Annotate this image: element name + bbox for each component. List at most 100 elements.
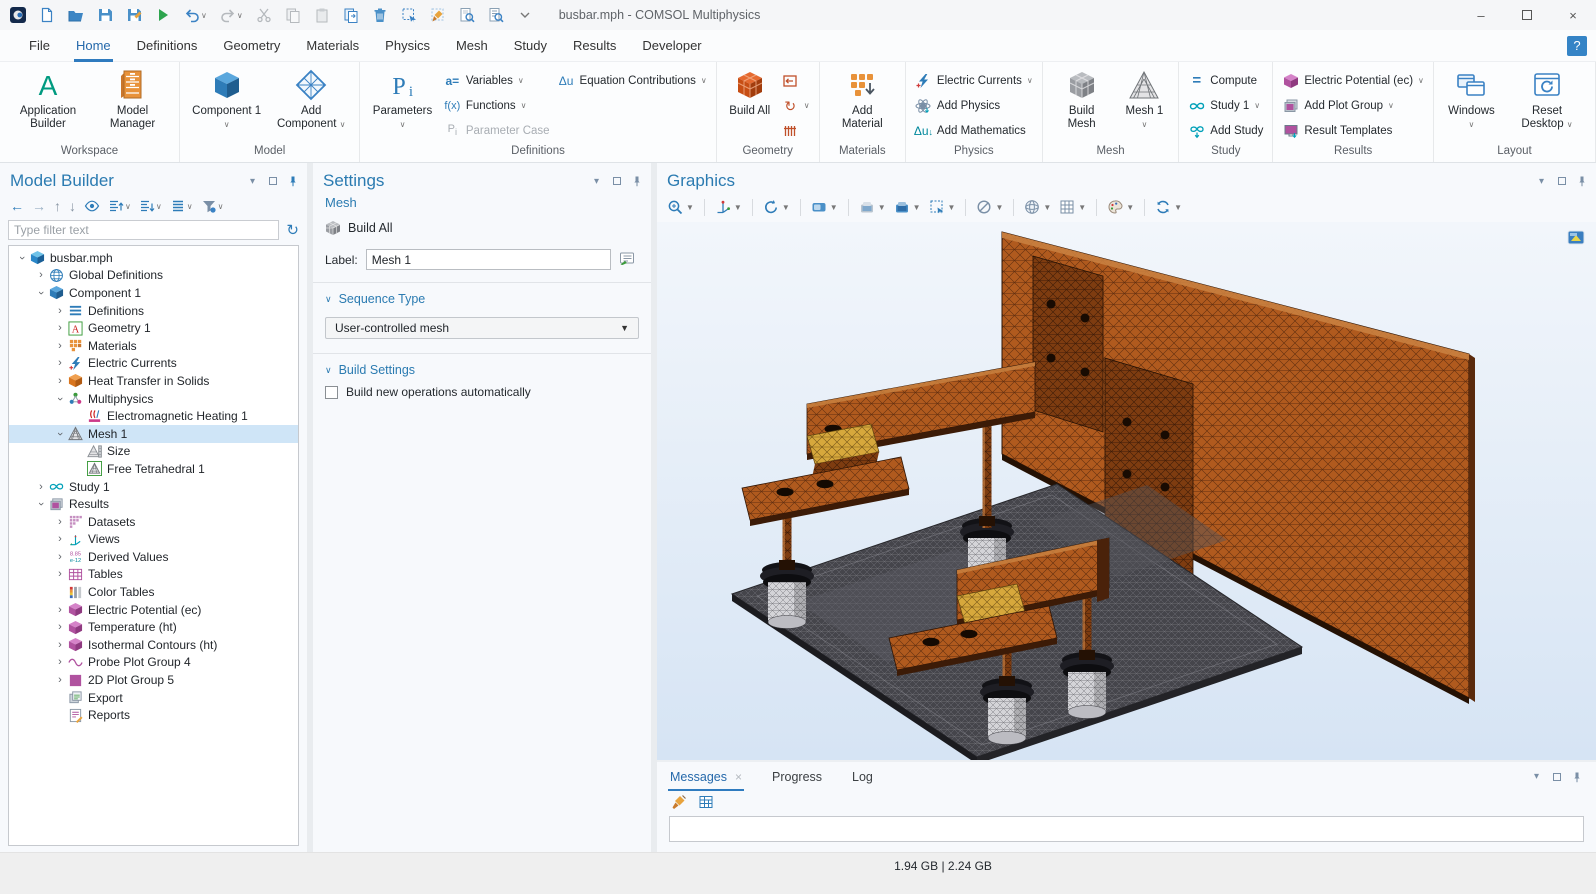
tree-item-electric-potential-ec[interactable]: ›Electric Potential (ec) bbox=[9, 601, 298, 619]
pin-panel-icon[interactable] bbox=[1575, 175, 1588, 188]
component-1-button[interactable]: Component 1 ∨ bbox=[185, 65, 268, 131]
build-settings-header[interactable]: ∨ Build Settings bbox=[325, 363, 639, 377]
paste-button[interactable] bbox=[314, 7, 330, 23]
menu-definitions[interactable]: Definitions bbox=[124, 30, 211, 62]
add-material-button[interactable]: Add Material bbox=[825, 65, 900, 131]
clear-selection-button[interactable] bbox=[430, 7, 446, 23]
pin-panel-icon[interactable] bbox=[286, 175, 299, 188]
model-tree-nodes-button[interactable]: ∨ bbox=[170, 198, 193, 214]
graphics-canvas[interactable] bbox=[657, 222, 1596, 760]
windows-button[interactable]: Windows ∨ bbox=[1439, 65, 1504, 131]
menu-geometry[interactable]: Geometry bbox=[210, 30, 293, 62]
float-panel-icon[interactable] bbox=[266, 175, 279, 188]
study-1-button[interactable]: Study 1∨ bbox=[1188, 93, 1263, 118]
import-geometry-button[interactable] bbox=[782, 68, 810, 93]
menu-physics[interactable]: Physics bbox=[372, 30, 443, 62]
tree-expand-arrow[interactable]: › bbox=[53, 305, 67, 317]
tree-expand-arrow[interactable]: › bbox=[53, 568, 67, 580]
tree-expand-arrow[interactable]: › bbox=[53, 357, 67, 369]
delete-button[interactable] bbox=[372, 7, 388, 23]
menu-mesh[interactable]: Mesh bbox=[443, 30, 501, 62]
copy-button[interactable] bbox=[285, 7, 301, 23]
tree-item-isothermal-contours-ht[interactable]: ›Isothermal Contours (ht) bbox=[9, 636, 298, 654]
tree-item-free-tetrahedral-1[interactable]: Free Tetrahedral 1 bbox=[9, 460, 298, 478]
help-button[interactable]: ? bbox=[1567, 36, 1587, 56]
view-button-button[interactable]: ▼ bbox=[811, 199, 838, 215]
update-plot-button[interactable]: ▼ bbox=[1155, 199, 1182, 215]
reset-desktop-button[interactable]: Reset Desktop ∨ bbox=[1504, 65, 1590, 131]
menu-results[interactable]: Results bbox=[560, 30, 629, 62]
close-button[interactable]: × bbox=[1550, 0, 1596, 30]
tree-item-2d-plot-group-5[interactable]: ›2D Plot Group 5 bbox=[9, 671, 298, 689]
tree-item-electromagnetic-heating-1[interactable]: Electromagnetic Heating 1 bbox=[9, 407, 298, 425]
rename-note-button[interactable] bbox=[619, 250, 639, 269]
electric-currents-button[interactable]: Electric Currents∨ bbox=[915, 68, 1033, 93]
tree-item-geometry-1[interactable]: ›AGeometry 1 bbox=[9, 319, 298, 337]
tree-expand-arrow[interactable]: › bbox=[53, 322, 67, 334]
float-panel-icon[interactable] bbox=[1550, 770, 1563, 783]
parameter-case-button[interactable]: PiParameter Case bbox=[444, 118, 550, 143]
tree-item-heat-transfer-in-solids[interactable]: ›Heat Transfer in Solids bbox=[9, 372, 298, 390]
variables-button[interactable]: a=Variables∨ bbox=[444, 68, 550, 93]
tree-item-views[interactable]: ›Views bbox=[9, 531, 298, 549]
up-button[interactable]: ↑ bbox=[54, 198, 61, 214]
menu-developer[interactable]: Developer bbox=[629, 30, 714, 62]
go-to-view-button[interactable]: ▼ bbox=[715, 199, 742, 215]
zoom-button[interactable]: ▼ bbox=[667, 199, 694, 215]
mesh-1-button[interactable]: Mesh 1 ∨ bbox=[1115, 65, 1173, 131]
add-mathematics-button[interactable]: Δu↓Add Mathematics bbox=[915, 118, 1033, 143]
menu-study[interactable]: Study bbox=[501, 30, 560, 62]
functions-button[interactable]: f(x)Functions∨ bbox=[444, 93, 550, 118]
run-button[interactable] bbox=[155, 7, 171, 23]
build-all-button[interactable]: Build All bbox=[313, 217, 651, 247]
menu-file[interactable]: File bbox=[16, 30, 63, 62]
tree-item-component-1[interactable]: ›Component 1 bbox=[9, 284, 298, 302]
sequence-type-header[interactable]: ∨ Sequence Type bbox=[325, 292, 639, 306]
tree-item-global-definitions[interactable]: ›Global Definitions bbox=[9, 267, 298, 285]
equation-contributions-button[interactable]: ΔuEquation Contributions∨ bbox=[558, 68, 707, 93]
build-all-button[interactable]: Build All bbox=[722, 65, 778, 118]
tree-collapse-arrow[interactable]: › bbox=[35, 286, 47, 300]
show-button[interactable] bbox=[84, 198, 100, 214]
grid-button[interactable]: ▼ bbox=[1059, 199, 1086, 215]
tree-item-export[interactable]: Export bbox=[9, 689, 298, 707]
tree-item-multiphysics[interactable]: ›Multiphysics bbox=[9, 390, 298, 408]
save-button[interactable] bbox=[97, 7, 113, 23]
tab-log[interactable]: Log bbox=[852, 762, 873, 791]
mesh-label-input[interactable] bbox=[366, 249, 611, 270]
build-mesh-button[interactable]: Build Mesh bbox=[1048, 65, 1116, 131]
tree-item-busbar-mph[interactable]: ›busbar.mph bbox=[9, 249, 298, 267]
parameters-button[interactable]: PiParameters ∨ bbox=[365, 65, 440, 131]
sequence-type-dropdown[interactable]: User-controlled mesh ▼ bbox=[325, 317, 639, 339]
tree-expand-arrow[interactable]: › bbox=[53, 674, 67, 686]
plot-window-icon[interactable] bbox=[1566, 230, 1586, 247]
add-study-button[interactable]: Add Study bbox=[1188, 118, 1263, 143]
tab-progress[interactable]: Progress bbox=[772, 762, 822, 791]
back-button[interactable]: ← bbox=[10, 198, 24, 214]
tab-messages[interactable]: Messages× bbox=[670, 762, 742, 791]
tree-item-materials[interactable]: ›Materials bbox=[9, 337, 298, 355]
find-settings-button[interactable] bbox=[488, 7, 504, 23]
tree-filter-input[interactable] bbox=[8, 220, 279, 240]
minimize-button[interactable]: – bbox=[1458, 0, 1504, 30]
panel-menu-icon[interactable]: ▾ bbox=[246, 175, 259, 188]
tree-item-electric-currents[interactable]: ›Electric Currents bbox=[9, 355, 298, 373]
partition-button[interactable] bbox=[782, 118, 810, 143]
tree-item-probe-plot-group-4[interactable]: ›Probe Plot Group 4 bbox=[9, 654, 298, 672]
pin-panel-icon[interactable] bbox=[630, 175, 643, 188]
tree-expand-arrow[interactable]: › bbox=[53, 340, 67, 352]
collapse-list-button[interactable]: ∨ bbox=[139, 198, 162, 214]
close-tab-icon[interactable]: × bbox=[735, 770, 742, 784]
menu-home[interactable]: Home bbox=[63, 30, 124, 62]
clear-messages-button[interactable] bbox=[671, 794, 687, 810]
color-palette-button[interactable]: ▼ bbox=[1107, 199, 1134, 215]
menu-materials[interactable]: Materials bbox=[293, 30, 372, 62]
add-plot-group-button[interactable]: Add Plot Group∨ bbox=[1282, 93, 1424, 118]
tree-item-results[interactable]: ›Results bbox=[9, 495, 298, 513]
redo-button[interactable]: ∨ bbox=[220, 7, 243, 23]
comsol-logo-button[interactable] bbox=[10, 7, 26, 23]
float-panel-icon[interactable] bbox=[610, 175, 623, 188]
down-button[interactable]: ↓ bbox=[69, 198, 76, 214]
select-box-tool-button[interactable]: ▼ bbox=[929, 199, 956, 215]
deselect-button[interactable]: ▼ bbox=[976, 199, 1003, 215]
